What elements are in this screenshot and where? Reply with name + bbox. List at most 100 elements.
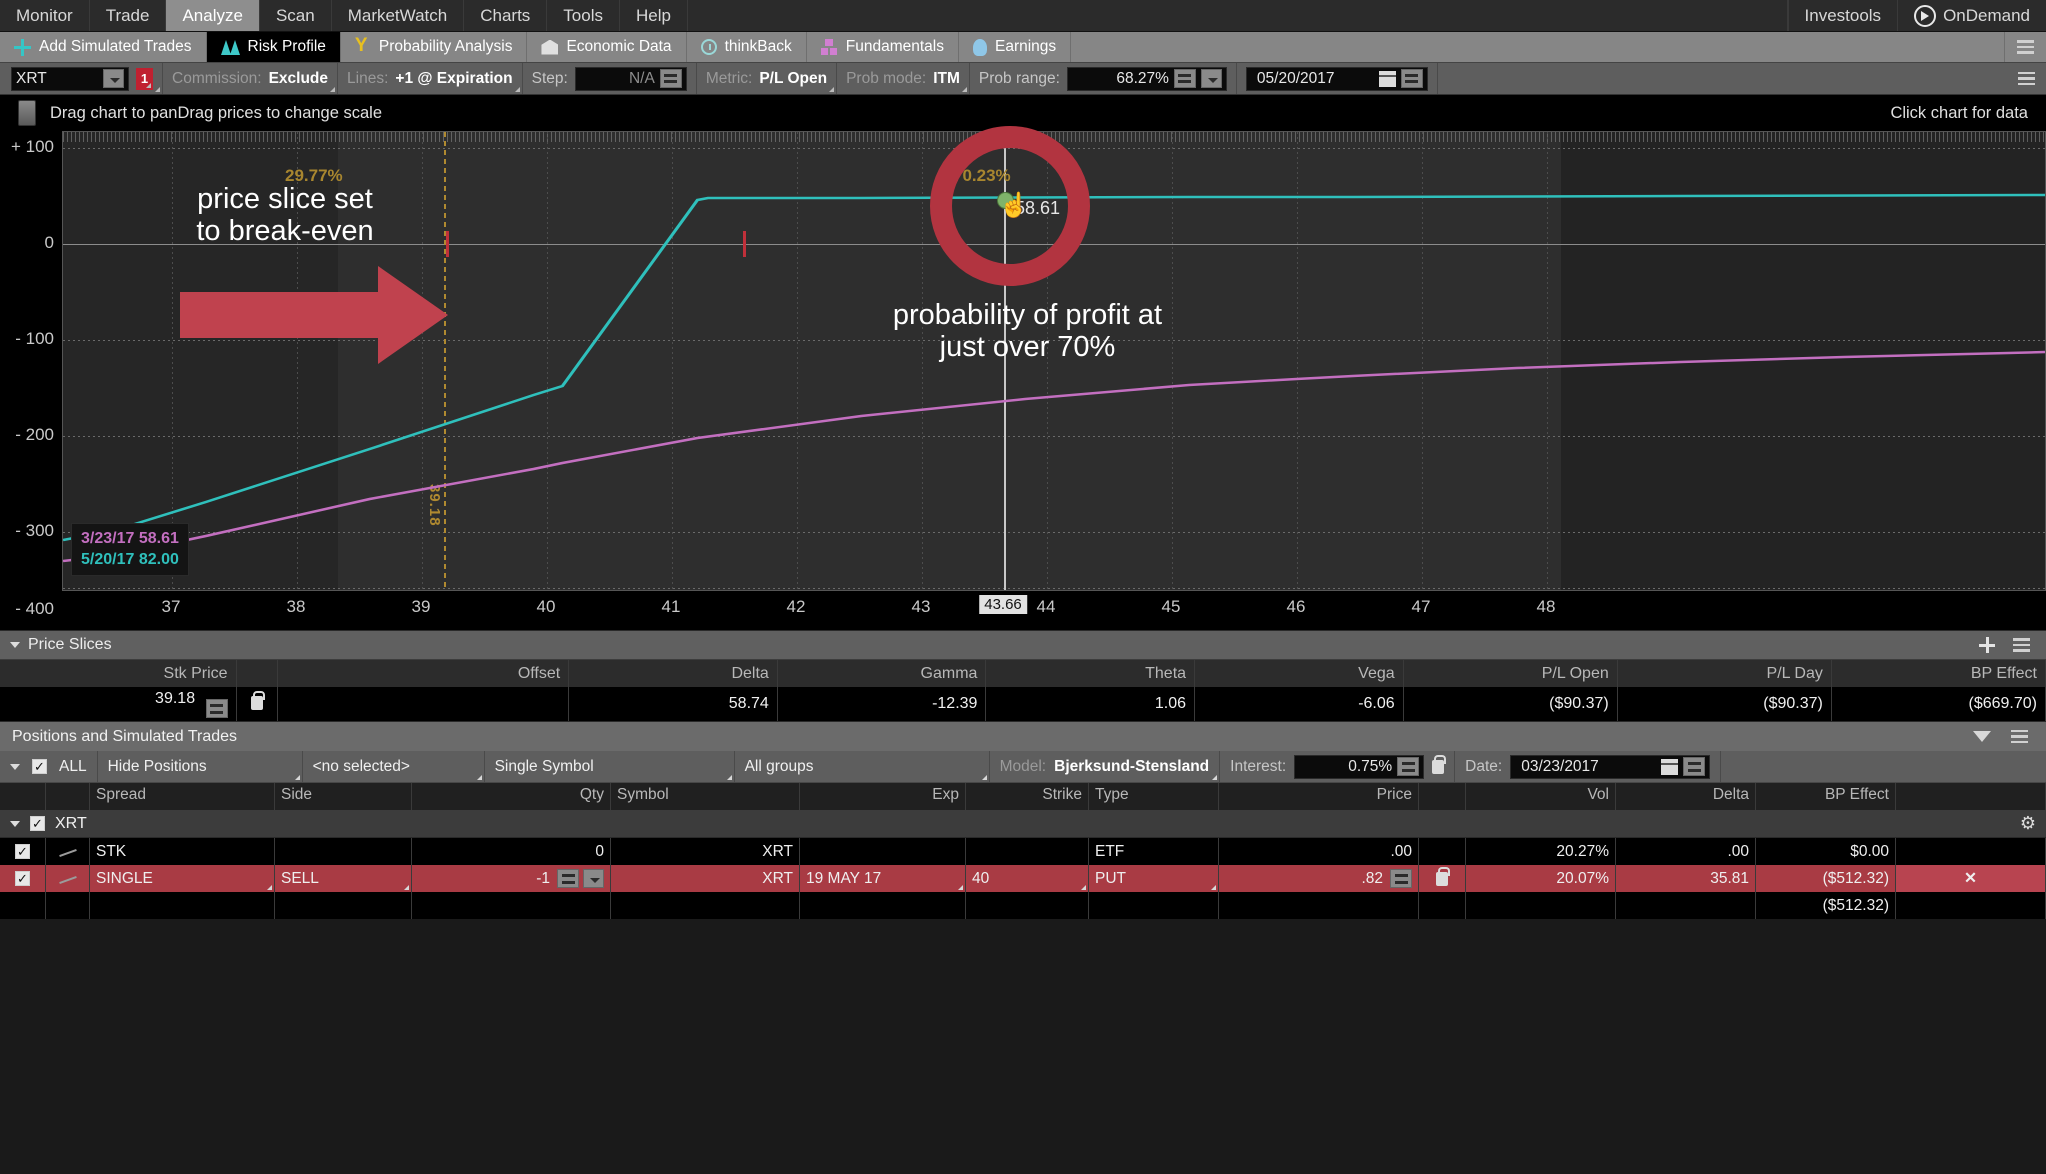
chevron-down-icon[interactable] [10, 642, 20, 648]
col-vol[interactable]: Vol [1466, 783, 1616, 811]
step-stepper[interactable] [659, 69, 682, 88]
parambar-menu-button[interactable] [2009, 63, 2044, 94]
calendar-icon[interactable] [1378, 70, 1396, 87]
qty-chevron-down-icon[interactable] [583, 869, 604, 889]
col-bp-effect[interactable]: BP Effect [1756, 783, 1896, 811]
no-selected-select[interactable]: <no selected> [303, 751, 485, 783]
position-group-row[interactable]: ✓ XRT ⚙ [0, 810, 2046, 839]
col-pl-day[interactable]: P/L Day [1617, 660, 1832, 687]
col-stk-price[interactable]: Stk Price [0, 660, 237, 687]
x-axis[interactable]: 37 38 39 40 41 42 43 43.66 44 45 46 47 4… [62, 593, 2046, 629]
plot-area[interactable]: + 100 0 - 100 - 200 - 300 - 400 39.18 29… [0, 126, 2046, 629]
subnav-add-simulated-trades[interactable]: Add Simulated Trades [0, 32, 207, 62]
cell-qty[interactable]: 0 [412, 838, 611, 866]
menu-trade[interactable]: Trade [90, 0, 167, 31]
risk-profile-chart[interactable]: Drag chart to panDrag prices to change s… [0, 95, 2046, 630]
col-symbol[interactable]: Symbol [611, 783, 800, 811]
symbol-badge[interactable]: 1 [136, 67, 153, 90]
subnav-risk-profile[interactable]: Risk Profile [206, 32, 341, 62]
subnav-fundamentals[interactable]: Fundamentals [807, 32, 959, 62]
price-stepper[interactable] [1390, 869, 1412, 889]
row-checkbox-cell[interactable]: ✓ [0, 865, 46, 893]
close-icon[interactable]: ✕ [1896, 865, 2046, 893]
col-vega[interactable]: Vega [1194, 660, 1404, 687]
metric-cell[interactable]: Metric: P/L Open [697, 63, 838, 94]
collapse-icon[interactable] [1973, 731, 1991, 743]
chevron-down-icon[interactable] [10, 820, 20, 827]
subnav-probability-analysis[interactable]: Probability Analysis [341, 32, 528, 62]
interest-field[interactable]: 0.75% [1294, 754, 1425, 779]
menu-monitor[interactable]: Monitor [0, 0, 90, 31]
analysis-date-stepper[interactable] [1400, 69, 1423, 88]
col-side[interactable]: Side [275, 783, 412, 811]
cell-type[interactable]: PUT [1089, 865, 1219, 893]
col-exp[interactable]: Exp [800, 783, 966, 811]
table-row[interactable]: ✓ SINGLE SELL -1 XRT 19 MAY 17 40 PUT .8… [0, 865, 2046, 893]
menu-tools[interactable]: Tools [547, 0, 620, 31]
menu-analyze[interactable]: Analyze [166, 0, 260, 31]
subnav-menu-button[interactable] [2005, 32, 2046, 62]
hamburger-icon[interactable] [2013, 638, 2030, 652]
col-type[interactable]: Type [1089, 783, 1219, 811]
interest-stepper[interactable] [1397, 757, 1420, 777]
cell-spread[interactable]: SINGLE [90, 865, 275, 893]
hide-positions-select[interactable]: Hide Positions [98, 751, 303, 783]
cell-lock[interactable] [236, 687, 279, 722]
model-cell[interactable]: Model: Bjerksund-Stensland [990, 751, 1221, 783]
cell-side[interactable]: SELL [275, 865, 412, 893]
analysis-date-field[interactable]: 05/20/2017 [1245, 66, 1428, 91]
all-groups-select[interactable]: All groups [735, 751, 990, 783]
menu-investools[interactable]: Investools [1787, 0, 1898, 31]
y-axis[interactable]: + 100 0 - 100 - 200 - 300 - 400 [0, 131, 62, 618]
col-strike[interactable]: Strike [966, 783, 1089, 811]
chevron-down-icon[interactable] [10, 763, 20, 770]
date-cell[interactable]: Date: 03/23/2017 [1455, 751, 1722, 783]
price-slices-header[interactable]: Price Slices [0, 630, 2046, 660]
date-field[interactable]: 03/23/2017 [1510, 754, 1711, 779]
lock-icon[interactable] [1436, 866, 1450, 886]
calendar-icon[interactable] [1661, 758, 1679, 775]
col-pl-open[interactable]: P/L Open [1403, 660, 1618, 687]
col-gamma[interactable]: Gamma [777, 660, 987, 687]
symbol-input[interactable]: XRT [11, 66, 129, 91]
analysis-date-cell[interactable]: 05/20/2017 [1237, 63, 1438, 94]
prob-range-cell[interactable]: Prob range: 68.27% [970, 63, 1237, 94]
cell-offset[interactable] [277, 687, 570, 722]
commission-cell[interactable]: Commission: Exclude [163, 63, 339, 94]
lock-icon[interactable] [250, 691, 265, 711]
cell-price[interactable]: .82 [1219, 865, 1419, 893]
add-price-slice-button[interactable] [1979, 637, 1995, 653]
chart-settings-icon[interactable] [18, 100, 36, 126]
stk-price-stepper[interactable] [205, 699, 228, 719]
subnav-thinkback[interactable]: thinkBack [687, 32, 807, 62]
row-chart-cell[interactable] [46, 865, 90, 893]
menu-help[interactable]: Help [620, 0, 688, 31]
menu-marketwatch[interactable]: MarketWatch [332, 0, 465, 31]
interest-cell[interactable]: Interest: 0.75% [1220, 751, 1456, 783]
symbol-field-cell[interactable]: XRT 1 [2, 63, 163, 94]
hamburger-icon[interactable] [2011, 729, 2028, 744]
cell-price-lock[interactable] [1419, 865, 1466, 893]
menu-ondemand[interactable]: OnDemand [1897, 0, 2046, 31]
single-symbol-select[interactable]: Single Symbol [485, 751, 735, 783]
prob-range-chevron-down-icon[interactable] [1200, 69, 1222, 88]
row-chart-cell[interactable] [46, 838, 90, 866]
table-row[interactable]: 39.18 58.74 -12.39 1.06 -6.06 ($90.37) (… [0, 687, 2046, 722]
gear-icon[interactable]: ⚙ [2020, 813, 2036, 834]
lines-cell[interactable]: Lines: +1 @ Expiration [338, 63, 523, 94]
menu-charts[interactable]: Charts [464, 0, 548, 31]
row-checkbox-cell[interactable]: ✓ [0, 838, 46, 866]
col-price[interactable]: Price [1219, 783, 1419, 811]
lock-icon[interactable] [1432, 754, 1447, 774]
cell-stk-price[interactable]: 39.18 [0, 687, 237, 722]
prob-range-field[interactable]: 68.27% [1066, 66, 1227, 91]
cell-qty[interactable]: -1 [412, 865, 611, 893]
menu-scan[interactable]: Scan [260, 0, 332, 31]
cell-exp[interactable]: 19 MAY 17 [800, 865, 966, 893]
col-theta[interactable]: Theta [985, 660, 1196, 687]
col-spread[interactable]: Spread [90, 783, 275, 811]
row-checkbox[interactable]: ✓ [15, 844, 30, 860]
chevron-down-icon[interactable] [103, 69, 124, 88]
row-checkbox[interactable]: ✓ [15, 871, 30, 887]
cell-price[interactable]: .00 [1219, 838, 1419, 866]
